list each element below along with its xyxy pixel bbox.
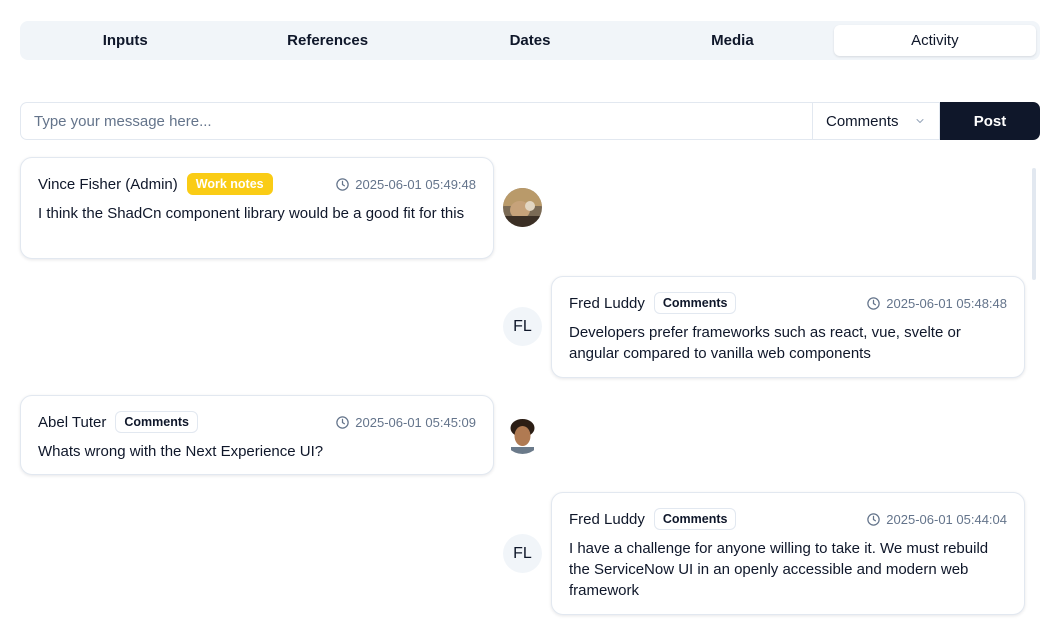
entry-timestamp: 2025-06-01 05:48:48 [866, 296, 1007, 311]
entry-header: Fred Luddy Comments 2025-06-01 05:44:04 [569, 507, 1007, 531]
activity-entry: Abel Tuter Comments 2025-06-01 05:45:09 … [20, 395, 494, 475]
tab-media[interactable]: Media [631, 25, 833, 56]
entry-body: I have a challenge for anyone willing to… [569, 540, 989, 599]
timestamp-text: 2025-06-01 05:44:04 [886, 511, 1007, 527]
entry-timestamp: 2025-06-01 05:45:09 [335, 415, 476, 430]
tab-activity[interactable]: Activity [833, 25, 1037, 56]
message-composer: Comments Post [20, 102, 1040, 140]
clock-icon [336, 415, 350, 429]
activity-entry: Vince Fisher (Admin) Work notes 2025-06-… [20, 157, 494, 259]
journal-type-select[interactable]: Comments [812, 102, 940, 140]
entry-author: Fred Luddy [569, 294, 645, 312]
message-input[interactable] [20, 102, 812, 140]
entry-timestamp: 2025-06-01 05:49:48 [335, 177, 476, 192]
entry-header: Vince Fisher (Admin) Work notes 2025-06-… [38, 172, 476, 196]
avatar-initials: FL [513, 317, 532, 335]
clock-icon [336, 177, 350, 191]
feed-scrollbar[interactable] [1032, 168, 1036, 280]
entry-timestamp: 2025-06-01 05:44:04 [866, 512, 1007, 527]
clock-icon [867, 296, 881, 310]
journal-type-value: Comments [826, 112, 899, 130]
entry-body: Developers prefer frameworks such as rea… [569, 324, 961, 362]
entry-author: Vince Fisher (Admin) [38, 175, 178, 193]
journal-type-badge: Comments [115, 411, 198, 433]
tab-inputs[interactable]: Inputs [24, 25, 226, 56]
timestamp-text: 2025-06-01 05:48:48 [886, 295, 1007, 311]
user-photo-icon [503, 188, 542, 227]
avatar: FL [503, 307, 542, 346]
entry-header: Fred Luddy Comments 2025-06-01 05:48:48 [569, 291, 1007, 315]
entry-header: Abel Tuter Comments 2025-06-01 05:45:09 [38, 410, 476, 434]
tab-references[interactable]: References [226, 25, 428, 56]
chevron-down-icon [916, 119, 924, 123]
post-button[interactable]: Post [940, 102, 1040, 140]
user-photo-icon [503, 415, 542, 454]
journal-type-badge: Comments [653, 508, 737, 530]
avatar [503, 188, 542, 227]
entry-body: Whats wrong with the Next Experience UI? [38, 443, 324, 460]
timestamp-text: 2025-06-01 05:49:48 [355, 176, 476, 192]
entry-body: I think the ShadCn component library wou… [38, 205, 465, 222]
avatar-initials: FL [513, 544, 532, 562]
avatar: FL [503, 534, 542, 573]
avatar [503, 415, 542, 454]
tab-list: Inputs References Dates Media Activity [20, 21, 1040, 60]
activity-entry: Fred Luddy Comments 2025-06-01 05:48:48 … [551, 276, 1025, 378]
tab-dates[interactable]: Dates [429, 25, 631, 56]
timestamp-text: 2025-06-01 05:45:09 [355, 414, 476, 430]
activity-entry: Fred Luddy Comments 2025-06-01 05:44:04 … [551, 492, 1025, 615]
journal-type-badge: Comments [653, 292, 737, 314]
journal-type-badge: Work notes [186, 173, 273, 195]
entry-author: Abel Tuter [38, 413, 107, 431]
clock-icon [867, 512, 881, 526]
entry-author: Fred Luddy [569, 510, 645, 528]
